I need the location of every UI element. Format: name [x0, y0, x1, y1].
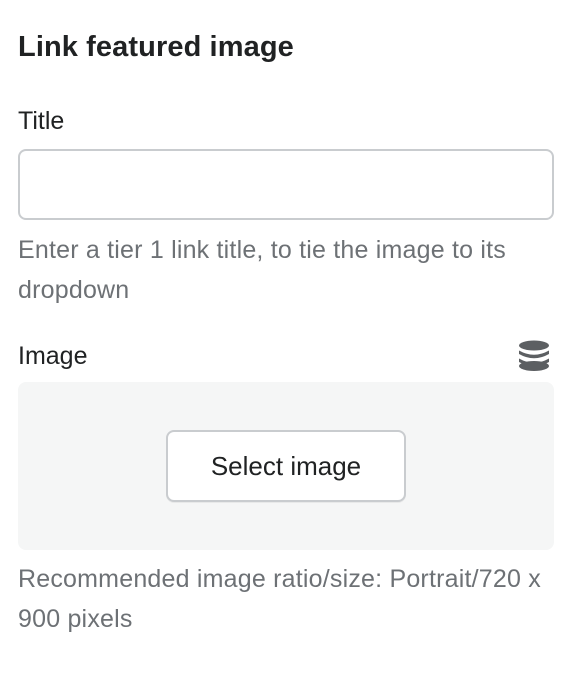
image-label: Image: [18, 342, 88, 370]
image-dropzone[interactable]: Select image: [18, 382, 554, 550]
link-featured-image-panel: Link featured image Title Enter a tier 1…: [18, 28, 554, 639]
title-help-text: Enter a tier 1 link title, to tie the im…: [18, 236, 507, 304]
section-title: Link featured image: [18, 31, 294, 63]
select-image-button[interactable]: Select image: [166, 430, 406, 502]
image-field-header: Image: [18, 336, 554, 376]
title-input[interactable]: [18, 149, 554, 220]
title-label: Title: [18, 107, 65, 135]
image-help-text: Recommended image ratio/size: Portrait/7…: [18, 565, 541, 633]
database-icon[interactable]: [516, 338, 552, 374]
